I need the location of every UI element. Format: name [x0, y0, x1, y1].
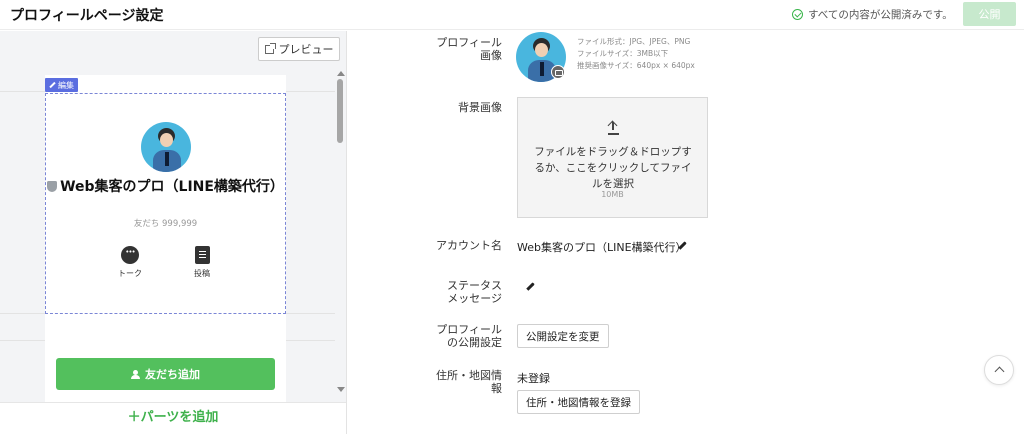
address-value: 未登録 — [517, 372, 550, 385]
publish-status: すべての内容が公開済みです。 — [792, 7, 953, 22]
add-friend-button[interactable]: 友だち追加 — [56, 358, 275, 390]
register-address-button[interactable]: 住所・地図情報を登録 — [517, 390, 640, 414]
profile-image-label: プロフィール 画像 — [436, 36, 502, 62]
publish-status-text: すべての内容が公開済みです。 — [808, 9, 953, 21]
edit-tag[interactable]: 編集 — [45, 78, 78, 92]
post-action[interactable]: 投稿 — [182, 246, 222, 279]
dropzone-max-size: 10MB — [601, 190, 624, 199]
person-add-icon — [131, 369, 140, 379]
panel-divider — [346, 31, 347, 434]
profile-name-text: Web集客のプロ（LINE構築代行） — [60, 179, 284, 195]
pencil-icon — [49, 81, 56, 89]
upload-icon-base — [608, 133, 619, 135]
dropzone-text: ファイルをドラッグ＆ドロップするか、ここをクリックしてファイルを選択 — [534, 146, 692, 190]
edit-tag-label: 編集 — [58, 80, 74, 90]
add-parts-button[interactable]: ＋パーツを追加 — [0, 402, 346, 434]
page-title: プロフィールページ設定 — [10, 8, 164, 24]
profile-avatar — [141, 122, 191, 172]
upload-icon — [607, 120, 619, 134]
preview-button-label: プレビュー — [278, 43, 334, 56]
preview-button[interactable]: プレビュー — [258, 37, 340, 61]
check-circle-icon — [792, 9, 803, 20]
post-label: 投稿 — [194, 269, 210, 278]
top-header: プロフィールページ設定 すべての内容が公開済みです。 公開 — [0, 0, 1024, 30]
account-name-value: Web集客のプロ（LINE構築代行） — [517, 241, 687, 254]
add-friend-label: 友だち追加 — [145, 368, 200, 381]
address-label: 住所・地図情報 — [436, 369, 502, 395]
image-recommended-hint: 推奨画像サイズ：640px × 640px — [577, 61, 695, 70]
friends-count: 友だち 999,999 — [133, 219, 198, 229]
profile-page-settings: プロフィールページ設定 すべての内容が公開済みです。 公開 プレビュー 編集 W… — [0, 0, 1024, 434]
talk-action[interactable]: トーク — [110, 246, 150, 279]
background-image-dropzone[interactable]: ファイルをドラッグ＆ドロップするか、ここをクリックしてファイルを選択 10MB — [517, 97, 708, 218]
camera-icon[interactable] — [551, 65, 565, 79]
talk-label: トーク — [118, 269, 142, 278]
publish-button[interactable]: 公開 — [963, 2, 1016, 26]
scroll-to-top-button[interactable] — [984, 355, 1014, 385]
image-size-hint: ファイルサイズ：3MB以下 — [577, 49, 669, 58]
post-icon — [194, 246, 210, 264]
change-visibility-button[interactable]: 公開設定を変更 — [517, 324, 609, 348]
profile-visibility-label: プロフィール の公開設定 — [436, 323, 502, 349]
preview-scrollbar[interactable] — [335, 67, 346, 395]
profile-name: Web集客のプロ（LINE構築代行） — [46, 179, 285, 196]
shield-icon — [47, 181, 58, 192]
account-name-label: アカウント名 — [436, 239, 502, 252]
preview-panel: プレビュー 編集 Web集客のプロ（LINE構築代行） 友だち 999,999 … — [0, 31, 346, 434]
scroll-down-arrow-icon[interactable] — [337, 387, 345, 392]
scroll-up-arrow-icon[interactable] — [337, 71, 345, 76]
external-link-icon — [264, 42, 276, 54]
background-image-label: 背景画像 — [458, 101, 502, 114]
status-message-label: ステータス メッセージ — [447, 279, 502, 305]
talk-icon — [121, 246, 139, 264]
edit-account-name-pencil-icon[interactable] — [678, 240, 688, 250]
image-format-hint: ファイル形式：JPG、JPEG、PNG — [577, 37, 691, 46]
scroll-thumb[interactable] — [337, 79, 343, 143]
profile-card[interactable]: Web集客のプロ（LINE構築代行） 友だち 999,999 トーク 投稿 — [45, 93, 286, 314]
edit-status-message-pencil-icon[interactable] — [526, 281, 536, 291]
